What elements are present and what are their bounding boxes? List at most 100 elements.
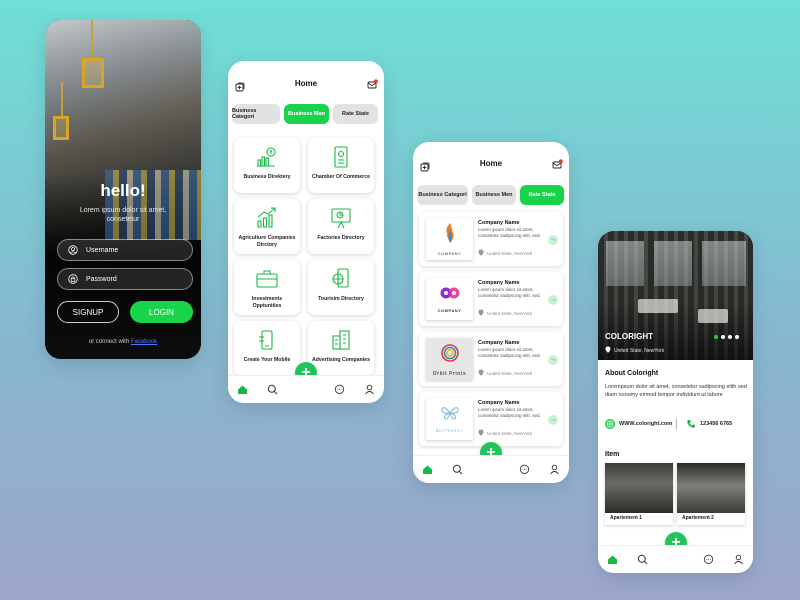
chat-icon[interactable] [334, 384, 346, 396]
item-card[interactable]: Apartement 2 [677, 463, 745, 525]
tab-rate-state[interactable]: Rate State [520, 185, 564, 205]
connect-prefix: or connect with [88, 339, 130, 345]
card-label: Advertising Companies [312, 357, 370, 363]
card-factories-directory[interactable]: Factories Directory [308, 199, 374, 254]
company-detail-screen: COLORIGHT United State, NewYork About Co… [598, 231, 753, 573]
phone-link[interactable]: 123456 6765 [686, 419, 732, 429]
location-pin-icon [478, 309, 484, 317]
search-icon[interactable] [636, 554, 648, 566]
item-card[interactable]: Apartement 1 [605, 463, 673, 525]
carousel-dots[interactable] [714, 335, 739, 339]
logo-text: COMPANY [437, 308, 462, 313]
flame-logo-icon [441, 222, 459, 249]
company-location: United State, NewYork [605, 346, 664, 355]
location-text: United State, NewYork [487, 430, 533, 436]
card-business-directory[interactable]: Business Direktery [234, 138, 300, 193]
company-card[interactable]: BUTTERFLY Company Name Lorem ipsum dolor… [419, 392, 563, 446]
card-investments[interactable]: Investments Opptunities [234, 260, 300, 315]
carousel-dot[interactable] [735, 335, 739, 339]
tab-business-categori[interactable]: Business Categori [232, 104, 280, 124]
profile-icon[interactable] [732, 554, 744, 566]
card-label: Agriculture Companies Dirctory [238, 235, 296, 248]
password-placeholder: Password [86, 275, 117, 283]
website-link[interactable]: WWW.coloright.com [605, 419, 672, 429]
tab-business-men[interactable]: Business Men [472, 185, 516, 205]
hero-window [606, 241, 644, 286]
bottom-nav [598, 545, 753, 573]
carousel-dot[interactable] [728, 335, 732, 339]
tab-business-categori[interactable]: Business Categori [417, 185, 468, 205]
home-icon[interactable] [422, 464, 434, 476]
item-label: Apartement 2 [682, 515, 714, 521]
app-header: Home [228, 68, 384, 98]
briefcase-icon [255, 267, 279, 291]
document-icon [329, 145, 353, 169]
card-chamber-of-commerce[interactable]: Chamber Of Commerce [308, 138, 374, 193]
password-field[interactable]: Password [57, 268, 193, 290]
add-box-icon[interactable] [235, 79, 245, 92]
arrow-right-icon[interactable]: → [548, 295, 558, 305]
card-tourism-directory[interactable]: Tourisim Directory [308, 260, 374, 315]
company-logo: Orbit Prints [426, 338, 473, 380]
company-card[interactable]: COMPANY Company Name Lorem ipsum dolor s… [419, 272, 563, 326]
company-card[interactable]: COMPANY Company Name Lorem ipsum dolor s… [419, 212, 563, 266]
add-box-icon[interactable] [420, 159, 430, 172]
butterfly-logo-icon [440, 405, 460, 426]
fab-spacer [481, 464, 501, 476]
lamp-wire [91, 20, 93, 58]
lamp-wire [61, 82, 63, 117]
directory-grid: Business Direktery Chamber Of Commerce A… [234, 138, 378, 376]
growth-chart-icon [255, 206, 279, 230]
tab-business-man[interactable]: Business Man [284, 104, 329, 124]
lock-icon [68, 274, 78, 284]
home-icon[interactable] [607, 554, 619, 566]
location-text: United State, NewYork [614, 347, 665, 354]
facebook-link[interactable]: Facebook [131, 339, 157, 345]
chat-icon[interactable] [703, 554, 715, 566]
chat-icon[interactable] [519, 464, 531, 476]
item-image [677, 463, 745, 513]
notification-icon[interactable] [367, 77, 378, 89]
location-text: United State, NewYork [487, 310, 533, 316]
website-text: WWW.coloright.com [619, 421, 673, 427]
card-advertising-companies[interactable]: Advertising Companies [308, 321, 374, 376]
signup-button[interactable]: SIGNUP [57, 301, 119, 323]
hero-image: COLORIGHT United State, NewYork [598, 231, 753, 360]
carousel-dot[interactable] [714, 335, 718, 339]
search-icon[interactable] [451, 464, 463, 476]
globe-icon [605, 419, 615, 429]
hero-table [698, 309, 728, 323]
company-name: Company Name [478, 280, 520, 286]
location-pin-icon [605, 346, 611, 355]
company-title: COLORIGHT [605, 332, 653, 341]
money-chart-icon [255, 145, 279, 169]
fab-spacer [665, 554, 685, 566]
card-label: Investments Opptunities [251, 296, 283, 309]
infinity-logo-icon [439, 285, 461, 306]
card-create-mobile[interactable]: Create Your Mobile [234, 321, 300, 376]
fab-spacer [296, 384, 316, 396]
category-tabs: Business Categori Business Man Rate Stat… [232, 104, 378, 124]
hero-window [702, 241, 746, 286]
carousel-dot[interactable] [721, 335, 725, 339]
profile-icon[interactable] [363, 384, 375, 396]
company-card[interactable]: Orbit Prints Company Name Lorem ipsum do… [419, 332, 563, 386]
username-field[interactable]: Username [57, 239, 193, 261]
pendant-lamp [53, 116, 69, 140]
bottom-nav [228, 375, 384, 403]
arrow-right-icon[interactable]: → [548, 235, 558, 245]
login-button[interactable]: LOGIN [130, 301, 193, 323]
profile-icon[interactable] [548, 464, 560, 476]
location-pin-icon [478, 369, 484, 377]
notification-icon[interactable] [552, 157, 563, 169]
card-agriculture-companies[interactable]: Agriculture Companies Dirctory [234, 199, 300, 254]
card-label: Tourisim Directory [318, 296, 364, 302]
arrow-right-icon[interactable]: → [548, 415, 558, 425]
search-icon[interactable] [266, 384, 278, 396]
item-label: Apartement 1 [610, 515, 642, 521]
company-logo: BUTTERFLY [426, 398, 473, 440]
company-location: United State, NewYork [478, 309, 532, 317]
tab-rate-state[interactable]: Rate State [333, 104, 378, 124]
home-icon[interactable] [237, 384, 249, 396]
arrow-right-icon[interactable]: → [548, 355, 558, 365]
